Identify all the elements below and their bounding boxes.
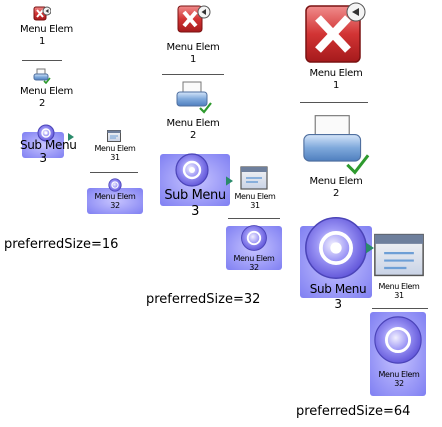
group-caption: preferredSize=32	[146, 292, 261, 307]
menu-item-label: Menu Elem 2	[166, 118, 220, 141]
menu-item-2[interactable]: Menu Elem 2	[160, 80, 226, 146]
menu-item-label: Menu Elem 31	[94, 144, 136, 162]
separator	[90, 172, 138, 173]
submenu-item-32[interactable]: Menu Elem 32	[226, 222, 282, 278]
separator	[162, 74, 224, 75]
menu-item-label: Menu Elem 32	[378, 370, 420, 388]
submenu-item-31[interactable]: Menu Elem 31	[370, 232, 428, 304]
separator	[372, 308, 428, 309]
submenu-item-31[interactable]: Menu Elem 31	[228, 166, 282, 216]
submenu-item-32[interactable]: Menu Elem 32	[84, 178, 146, 218]
close-icon	[177, 5, 211, 33]
submenu-3[interactable]: Sub Menu 3	[160, 150, 233, 220]
window-icon	[107, 130, 121, 142]
refresh-disc-icon	[108, 178, 122, 192]
submenu-3[interactable]: Sub Menu 3	[20, 122, 82, 174]
menu-item-1[interactable]: Menu Elem 1	[160, 4, 226, 70]
submenu-label: Sub Menu 3	[164, 188, 226, 219]
menu-item-label: Menu Elem 31	[234, 192, 276, 210]
menu-item-1[interactable]: Menu Elem 1	[20, 6, 73, 54]
menu-item-label: Menu Elem 2	[309, 176, 363, 199]
group-caption: preferredSize=64	[296, 404, 411, 419]
separator	[22, 60, 62, 61]
close-icon	[33, 6, 51, 21]
separator	[228, 218, 280, 219]
menu-item-1[interactable]: Menu Elem 1	[298, 2, 374, 96]
menu-item-label: Menu Elem 32	[94, 192, 136, 210]
close-icon	[305, 2, 366, 63]
submenu-label: Sub Menu 3	[20, 138, 77, 165]
menu-item-2[interactable]: Menu Elem 2	[298, 108, 374, 208]
refresh-disc-icon	[305, 217, 367, 279]
printer-icon	[303, 115, 370, 175]
menu-item-2[interactable]: Menu Elem 2	[20, 68, 73, 116]
window-icon	[240, 166, 268, 190]
menu-item-label: Menu Elem 1	[166, 42, 220, 65]
refresh-disc-icon	[374, 316, 422, 364]
menu-item-label: Menu Elem 32	[233, 254, 275, 272]
refresh-disc-icon	[241, 225, 267, 251]
menu-item-label: Menu Elem 2	[20, 86, 73, 109]
refresh-disc-icon	[175, 153, 209, 187]
printer-icon	[176, 81, 212, 114]
submenu-3[interactable]: Sub Menu 3	[298, 212, 378, 316]
menu-item-label: Menu Elem 1	[20, 24, 73, 47]
printer-icon	[33, 68, 51, 84]
submenu-label: Sub Menu 3	[309, 282, 367, 311]
submenu-item-31[interactable]: Menu Elem 31	[90, 130, 140, 170]
submenu-item-32[interactable]: Menu Elem 32	[368, 312, 430, 396]
group-caption: preferredSize=16	[4, 237, 119, 252]
menu-item-label: Menu Elem 1	[309, 68, 363, 91]
window-icon	[374, 233, 424, 277]
separator	[300, 102, 368, 103]
menu-item-label: Menu Elem 31	[378, 282, 420, 300]
